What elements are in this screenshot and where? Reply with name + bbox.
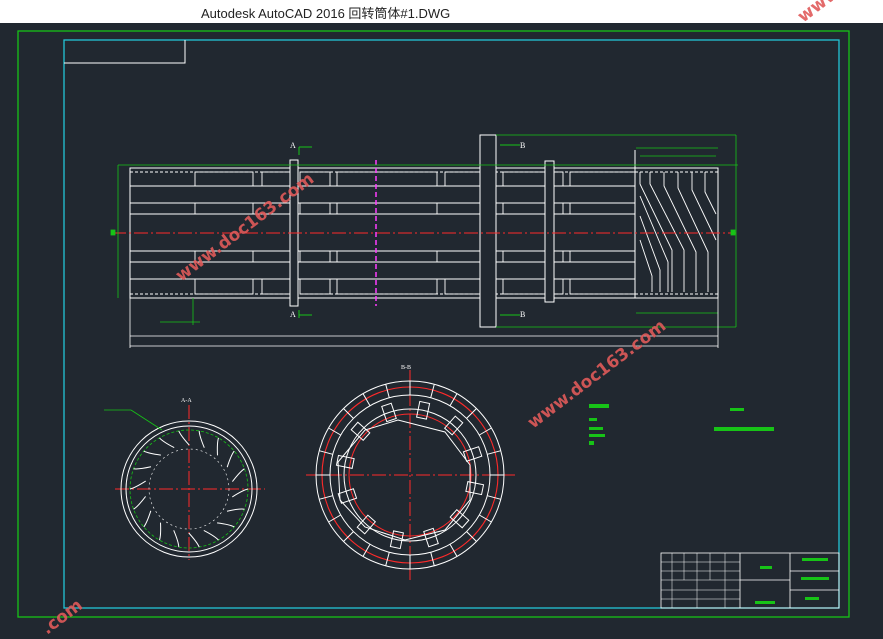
drawing-number-box xyxy=(64,40,186,64)
ring-segment-divider xyxy=(430,552,435,566)
lifter-blade xyxy=(232,468,245,482)
drawing-canvas[interactable]: A A B B A-A B-B www.doc163.com www.doc16… xyxy=(0,0,883,639)
section-label-a-bottom: A xyxy=(290,310,296,319)
lifter-blade xyxy=(226,508,245,512)
lifter-blade xyxy=(133,496,146,510)
lifter-blade xyxy=(159,437,175,449)
cad-drawing[interactable] xyxy=(0,23,883,625)
ring-segment-divider xyxy=(343,531,354,542)
lifter-blade xyxy=(226,450,235,468)
ring-segment-divider xyxy=(385,384,390,398)
lifter-blade xyxy=(173,530,180,548)
lifter-blade xyxy=(232,488,249,498)
notes-blocks xyxy=(589,404,774,445)
ring-segment-divider xyxy=(319,450,333,455)
ring-segment-divider xyxy=(385,552,390,566)
lifter-blade xyxy=(216,437,219,456)
centerlines xyxy=(112,232,736,580)
lifter-blade xyxy=(178,430,190,446)
lifter-blade xyxy=(143,510,152,528)
section-label-b-bottom: B xyxy=(520,310,526,319)
ring-segment-divider xyxy=(319,495,333,500)
title-bar: Autodesk AutoCAD 2016 回转筒体#1.DWG xyxy=(0,0,883,23)
section-view-a xyxy=(104,409,258,558)
ring-segment-divider xyxy=(466,408,477,419)
window-title: Autodesk AutoCAD 2016 回转筒体#1.DWG xyxy=(201,6,451,21)
section-label-a-top: A xyxy=(290,141,296,150)
lifter-blade xyxy=(159,522,162,541)
view-caption-b: B-B xyxy=(401,365,412,371)
cylinder-elevation-view xyxy=(129,134,719,328)
ring-segment-divider xyxy=(343,408,354,419)
ring-segment-divider xyxy=(430,384,435,398)
title-block xyxy=(660,552,840,609)
lifter-blade xyxy=(188,532,200,548)
lifter-blade xyxy=(217,522,235,528)
ring-segment-divider xyxy=(487,450,501,455)
section-label-b-top: B xyxy=(520,141,526,150)
ring-segment-divider xyxy=(466,531,477,542)
lifter-blade xyxy=(133,466,152,470)
view-caption-a: A-A xyxy=(181,398,192,404)
ring-segment-divider xyxy=(487,495,501,500)
lifter-blade xyxy=(198,430,205,448)
lifter-blade xyxy=(143,450,161,456)
lifter-blade xyxy=(129,480,146,490)
lifter-blade xyxy=(203,529,219,541)
